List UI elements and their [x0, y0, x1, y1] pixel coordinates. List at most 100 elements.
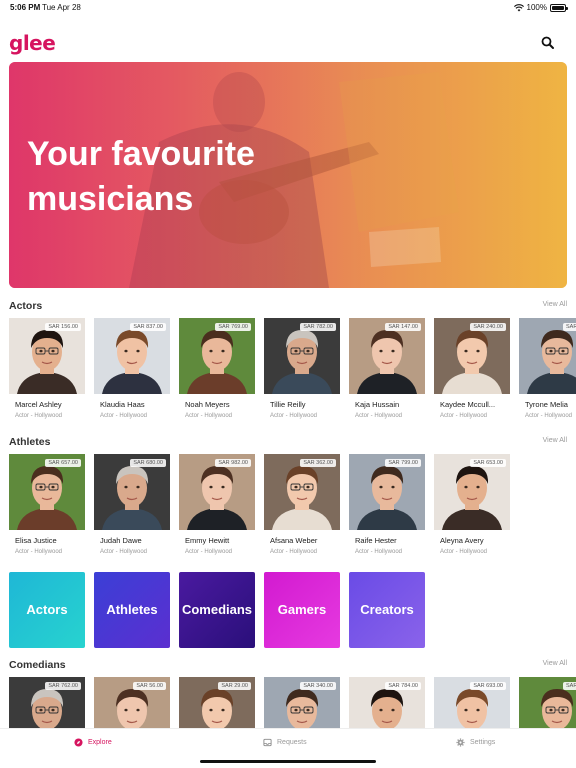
price-badge: SAR 799.00 — [385, 459, 421, 467]
category-tile[interactable]: Athletes — [94, 572, 170, 648]
actors-row: SAR 156.00 Marcel Ashley Actor - Hollywood… — [9, 318, 576, 426]
hero-banner[interactable]: Your favourite musicians — [9, 62, 567, 288]
person-card[interactable]: SAR 56.00 — [94, 677, 170, 728]
battery-percent: 100% — [526, 3, 547, 12]
tab-requests-label: Requests — [277, 739, 307, 746]
person-card[interactable]: SAR 982.00 Emmy Hewitt Actor - Hollywood — [179, 454, 255, 562]
person-name: Judah Dawe — [100, 536, 142, 545]
category-tile[interactable]: Creators — [349, 572, 425, 648]
price-badge: SAR 868 — [562, 323, 576, 331]
price-badge: SAR 362.00 — [300, 459, 336, 467]
person-subtitle: Actor - Hollywood — [185, 549, 233, 555]
person-card[interactable]: SAR 913 — [519, 677, 576, 728]
categories-row: Actors Athletes Comedians Gamers Creators — [9, 572, 576, 648]
search-button[interactable] — [538, 33, 558, 53]
price-badge: SAR 657.00 — [45, 459, 81, 467]
status-right: 100% — [513, 3, 568, 12]
price-badge: SAR 784.00 — [385, 682, 421, 690]
compass-icon — [74, 738, 83, 747]
person-card[interactable]: SAR 240.00 Kaydee Mccull... Actor - Hollyw… — [434, 318, 510, 426]
tab-settings-label: Settings — [470, 739, 496, 746]
person-name: Tillie Reilly — [270, 400, 306, 409]
person-card[interactable]: SAR 837.00 Klaudia Haas Actor - Hollywood — [94, 318, 170, 426]
view-all-link[interactable]: View All — [543, 301, 567, 308]
wifi-icon — [513, 3, 524, 11]
price-badge: SAR 769.00 — [215, 323, 251, 331]
person-name: Raife Hester — [355, 536, 397, 545]
category-label: Comedians — [181, 602, 253, 618]
person-subtitle: Actor - Hollywood — [270, 549, 318, 555]
person-subtitle: Actor - Hollywood — [185, 413, 233, 419]
price-badge: SAR 156.00 — [45, 323, 81, 331]
person-card[interactable]: SAR 29.00 — [179, 677, 255, 728]
person-name: Elisa Justice — [15, 536, 57, 545]
person-subtitle: Actor - Hollywood — [100, 413, 148, 419]
price-badge: SAR 762.00 — [45, 682, 81, 690]
athletes-row: SAR 657.00 Elisa Justice Actor - Hollywood… — [9, 454, 576, 562]
category-label: Gamers — [277, 602, 327, 618]
person-subtitle: Actor - Hollywood — [355, 549, 403, 555]
section-actors-header: Actors View All — [9, 300, 567, 314]
person-card[interactable]: SAR 156.00 Marcel Ashley Actor - Hollywood — [9, 318, 85, 426]
person-name: Aleyna Avery — [440, 536, 484, 545]
tab-explore[interactable]: Explore — [74, 738, 112, 747]
hero-title-line2: musicians — [27, 179, 194, 218]
person-card[interactable]: SAR 362.00 Afsana Weber Actor - Hollywood — [264, 454, 340, 562]
tab-requests[interactable]: Requests — [263, 738, 307, 747]
section-athletes-header: Athletes View All — [9, 436, 567, 450]
person-subtitle: Actor - Hollywood — [15, 549, 63, 555]
price-badge: SAR 913 — [562, 682, 576, 690]
price-badge: SAR 29.00 — [218, 682, 251, 690]
hero-title: Your favourite musicians — [27, 132, 327, 222]
category-label: Actors — [26, 602, 68, 618]
person-card[interactable]: SAR 762.00 — [9, 677, 85, 728]
person-subtitle: Actor - Hollywood — [525, 413, 573, 419]
price-badge: SAR 782.00 — [300, 323, 336, 331]
section-title: Athletes — [9, 436, 51, 448]
person-subtitle: Actor - Hollywood — [100, 549, 148, 555]
category-label: Creators — [360, 602, 414, 618]
person-card[interactable]: SAR 693.00 — [434, 677, 510, 728]
status-bar: 5:06 PM Tue Apr 28 100% — [0, 0, 576, 16]
app-header: glee — [0, 28, 576, 58]
price-badge: SAR 982.00 — [215, 459, 251, 467]
battery-icon — [550, 3, 568, 12]
gear-icon — [456, 738, 465, 747]
person-name: Kaydee Mccull... — [440, 400, 496, 409]
person-card[interactable]: SAR 680.00 Judah Dawe Actor - Hollywood — [94, 454, 170, 562]
person-subtitle: Actor - Hollywood — [15, 413, 63, 419]
view-all-link[interactable]: View All — [543, 437, 567, 444]
section-title: Actors — [9, 300, 43, 312]
person-card[interactable]: SAR 769.00 Noah Meyers Actor - Hollywood — [179, 318, 255, 426]
person-card[interactable]: SAR 657.00 Elisa Justice Actor - Hollywood — [9, 454, 85, 562]
person-name: Noah Meyers — [185, 400, 230, 409]
price-badge: SAR 837.00 — [130, 323, 166, 331]
category-tile[interactable]: Actors — [9, 572, 85, 648]
person-subtitle: Actor - Hollywood — [270, 413, 318, 419]
category-tile[interactable]: Gamers — [264, 572, 340, 648]
person-card[interactable]: SAR 784.00 — [349, 677, 425, 728]
person-card[interactable]: SAR 782.00 Tillie Reilly Actor - Hollywood — [264, 318, 340, 426]
person-name: Marcel Ashley — [15, 400, 62, 409]
person-name: Kaja Hussain — [355, 400, 400, 409]
person-subtitle: Actor - Hollywood — [355, 413, 403, 419]
person-subtitle: Actor - Hollywood — [440, 549, 488, 555]
section-title: Comedians — [9, 659, 66, 671]
section-comedians-header: Comedians View All — [9, 659, 567, 673]
app-logo: glee — [9, 31, 56, 55]
person-card[interactable]: SAR 653.00 Aleyna Avery Actor - Hollywood — [434, 454, 510, 562]
person-subtitle: Actor - Hollywood — [440, 413, 488, 419]
person-name: Klaudia Haas — [100, 400, 145, 409]
price-badge: SAR 147.00 — [385, 323, 421, 331]
person-card[interactable]: SAR 147.00 Kaja Hussain Actor - Hollywood — [349, 318, 425, 426]
tab-settings[interactable]: Settings — [456, 738, 495, 747]
person-card[interactable]: SAR 799.00 Raife Hester Actor - Hollywood — [349, 454, 425, 562]
price-badge: SAR 693.00 — [470, 682, 506, 690]
category-tile[interactable]: Comedians — [179, 572, 255, 648]
hero-title-line1: Your favourite — [27, 135, 255, 173]
person-card[interactable]: SAR 868 Tyrone Melia Actor - Hollywood — [519, 318, 576, 426]
price-badge: SAR 240.00 — [470, 323, 506, 331]
view-all-link[interactable]: View All — [543, 660, 567, 667]
person-card[interactable]: SAR 340.00 — [264, 677, 340, 728]
person-name: Tyrone Melia — [525, 400, 568, 409]
